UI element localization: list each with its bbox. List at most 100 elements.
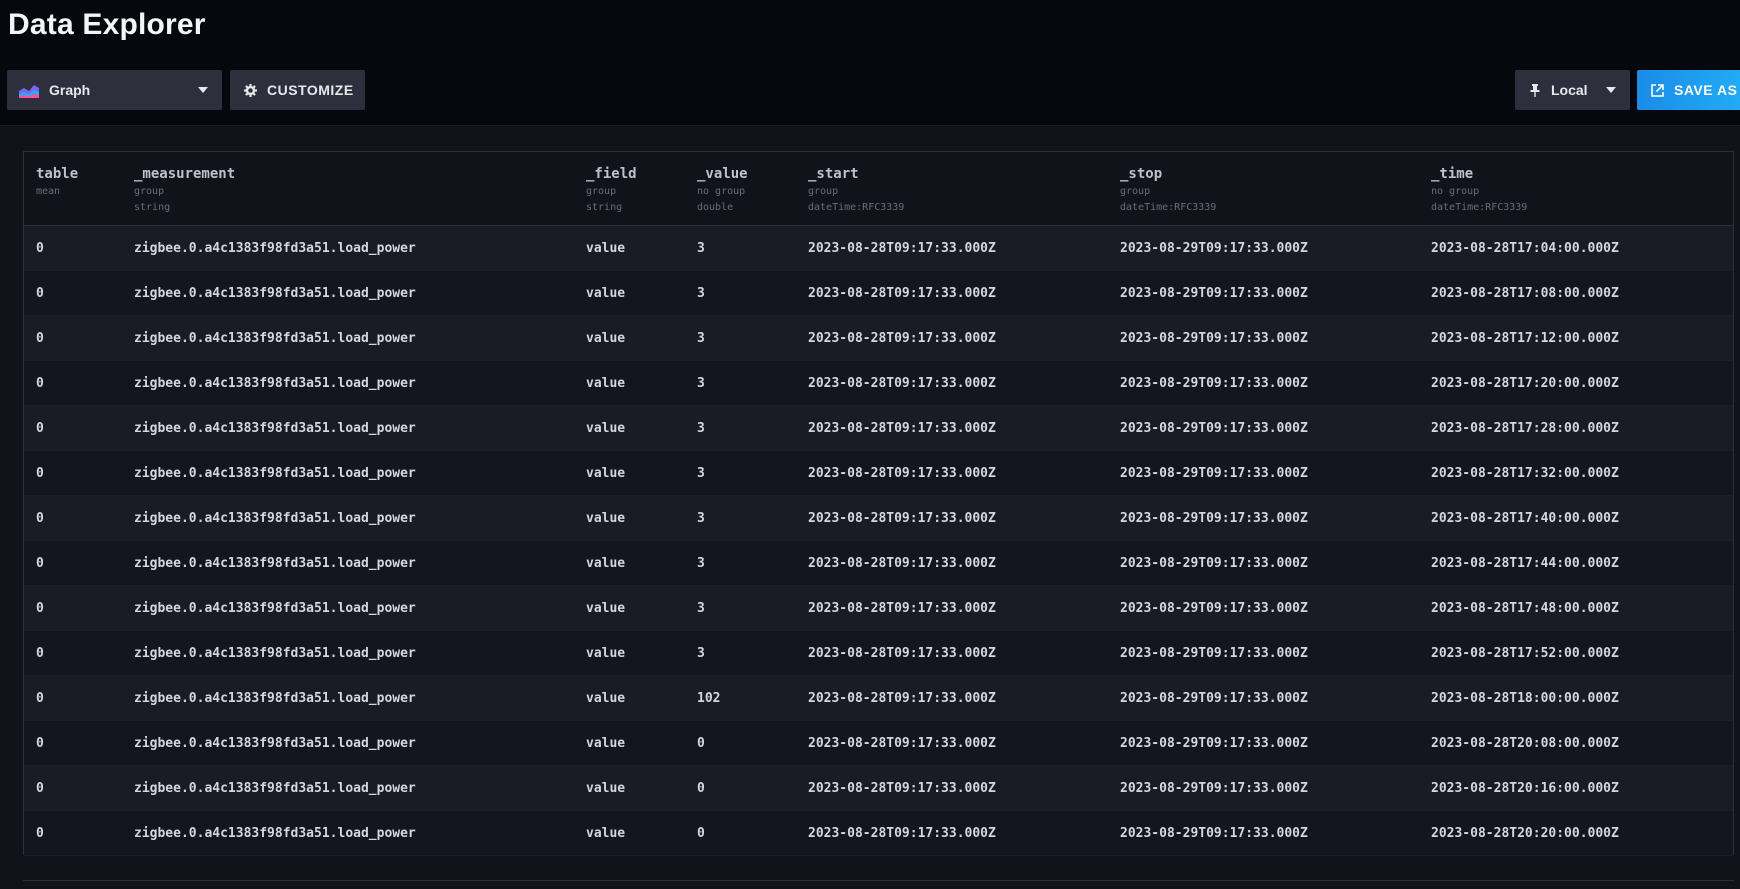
- cell-measurement: zigbee.0.a4c1383f98fd3a51.load_power: [134, 331, 416, 346]
- cell-time: 2023-08-28T17:04:00.000Z: [1431, 241, 1619, 256]
- column-name: _time: [1431, 166, 1474, 182]
- cell-stop: 2023-08-29T09:17:33.000Z: [1120, 241, 1308, 256]
- column-type: double: [697, 202, 734, 213]
- customize-button[interactable]: CUSTOMIZE: [230, 70, 365, 110]
- view-type-dropdown[interactable]: Graph: [7, 70, 222, 110]
- cell-measurement: zigbee.0.a4c1383f98fd3a51.load_power: [134, 646, 416, 661]
- cell-field: value: [586, 781, 626, 796]
- cell-stop: 2023-08-29T09:17:33.000Z: [1120, 331, 1308, 346]
- cell-stop: 2023-08-29T09:17:33.000Z: [1120, 466, 1308, 481]
- cell-time: 2023-08-28T17:12:00.000Z: [1431, 331, 1619, 346]
- cell-measurement: zigbee.0.a4c1383f98fd3a51.load_power: [134, 421, 416, 436]
- cell-table: 0: [36, 781, 44, 796]
- cell-field: value: [586, 646, 626, 661]
- cell-start: 2023-08-28T09:17:33.000Z: [808, 376, 996, 391]
- cell-stop: 2023-08-29T09:17:33.000Z: [1120, 376, 1308, 391]
- cell-value: 3: [697, 286, 705, 301]
- table-row: 0 zigbee.0.a4c1383f98fd3a51.load_power val…: [24, 226, 1733, 271]
- table-header: table mean _measurement group string _fi…: [24, 152, 1733, 226]
- cell-measurement: zigbee.0.a4c1383f98fd3a51.load_power: [134, 691, 416, 706]
- chevron-down-icon: [198, 87, 208, 93]
- cell-value: 3: [697, 511, 705, 526]
- save-as-label: SAVE AS: [1674, 82, 1738, 98]
- cell-value: 3: [697, 376, 705, 391]
- cell-value: 3: [697, 466, 705, 481]
- cell-field: value: [586, 691, 626, 706]
- cell-time: 2023-08-28T20:08:00.000Z: [1431, 736, 1619, 751]
- table-row: 0 zigbee.0.a4c1383f98fd3a51.load_power val…: [24, 316, 1733, 361]
- cell-start: 2023-08-28T09:17:33.000Z: [808, 646, 996, 661]
- column-header-start[interactable]: _start group dateTime:RFC3339: [808, 166, 904, 214]
- cell-field: value: [586, 601, 626, 616]
- cell-value: 3: [697, 331, 705, 346]
- cell-value: 3: [697, 601, 705, 616]
- timezone-label: Local: [1551, 82, 1588, 98]
- cell-measurement: zigbee.0.a4c1383f98fd3a51.load_power: [134, 376, 416, 391]
- cell-time: 2023-08-28T18:00:00.000Z: [1431, 691, 1619, 706]
- gear-icon: [244, 83, 257, 97]
- chevron-down-icon: [1606, 87, 1616, 93]
- cell-table: 0: [36, 826, 44, 841]
- column-header-value[interactable]: _value no group double: [697, 166, 748, 214]
- column-header-field[interactable]: _field group string: [586, 166, 637, 214]
- cell-start: 2023-08-28T09:17:33.000Z: [808, 511, 996, 526]
- table-row: 0 zigbee.0.a4c1383f98fd3a51.load_power val…: [24, 721, 1733, 766]
- column-header-time[interactable]: _time no group dateTime:RFC3339: [1431, 166, 1527, 214]
- cell-field: value: [586, 466, 626, 481]
- cell-table: 0: [36, 241, 44, 256]
- cell-stop: 2023-08-29T09:17:33.000Z: [1120, 601, 1308, 616]
- cell-stop: 2023-08-29T09:17:33.000Z: [1120, 556, 1308, 571]
- column-group: group: [586, 186, 617, 197]
- column-name: _measurement: [134, 166, 236, 182]
- view-type-label: Graph: [49, 82, 91, 98]
- cell-measurement: zigbee.0.a4c1383f98fd3a51.load_power: [134, 826, 416, 841]
- cell-start: 2023-08-28T09:17:33.000Z: [808, 286, 996, 301]
- graph-icon: [19, 82, 39, 98]
- cell-value: 3: [697, 241, 705, 256]
- cell-value: 3: [697, 421, 705, 436]
- cell-table: 0: [36, 556, 44, 571]
- cell-start: 2023-08-28T09:17:33.000Z: [808, 556, 996, 571]
- raw-data-table: table mean _measurement group string _fi…: [23, 151, 1734, 856]
- panel-divider: [23, 880, 1734, 881]
- cell-time: 2023-08-28T17:08:00.000Z: [1431, 286, 1619, 301]
- cell-table: 0: [36, 466, 44, 481]
- column-header-stop[interactable]: _stop group dateTime:RFC3339: [1120, 166, 1216, 214]
- cell-table: 0: [36, 331, 44, 346]
- cell-start: 2023-08-28T09:17:33.000Z: [808, 781, 996, 796]
- column-type: string: [134, 202, 171, 213]
- cell-start: 2023-08-28T09:17:33.000Z: [808, 331, 996, 346]
- cell-value: 3: [697, 556, 705, 571]
- column-header-measurement[interactable]: _measurement group string: [134, 166, 235, 214]
- column-group: group: [808, 186, 839, 197]
- pin-icon: [1529, 83, 1541, 97]
- timezone-dropdown[interactable]: Local: [1515, 70, 1630, 110]
- table-body: 0 zigbee.0.a4c1383f98fd3a51.load_power val…: [24, 226, 1733, 856]
- cell-field: value: [586, 376, 626, 391]
- cell-value: 3: [697, 646, 705, 661]
- cell-time: 2023-08-28T17:44:00.000Z: [1431, 556, 1619, 571]
- cell-field: value: [586, 556, 626, 571]
- cell-field: value: [586, 241, 626, 256]
- column-name: _value: [697, 166, 748, 182]
- table-row: 0 zigbee.0.a4c1383f98fd3a51.load_power val…: [24, 811, 1733, 856]
- cell-table: 0: [36, 511, 44, 526]
- save-as-button[interactable]: SAVE AS: [1637, 70, 1740, 110]
- cell-value: 0: [697, 826, 705, 841]
- table-row: 0 zigbee.0.a4c1383f98fd3a51.load_power val…: [24, 586, 1733, 631]
- cell-table: 0: [36, 691, 44, 706]
- column-group: mean: [36, 186, 61, 197]
- cell-time: 2023-08-28T17:32:00.000Z: [1431, 466, 1619, 481]
- cell-table: 0: [36, 736, 44, 751]
- cell-measurement: zigbee.0.a4c1383f98fd3a51.load_power: [134, 466, 416, 481]
- cell-measurement: zigbee.0.a4c1383f98fd3a51.load_power: [134, 781, 416, 796]
- cell-field: value: [586, 826, 626, 841]
- cell-field: value: [586, 331, 626, 346]
- cell-stop: 2023-08-29T09:17:33.000Z: [1120, 286, 1308, 301]
- table-row: 0 zigbee.0.a4c1383f98fd3a51.load_power val…: [24, 766, 1733, 811]
- column-header-table[interactable]: table mean: [36, 166, 78, 201]
- column-name: table: [36, 166, 79, 182]
- column-name: _field: [586, 166, 637, 182]
- cell-stop: 2023-08-29T09:17:33.000Z: [1120, 646, 1308, 661]
- cell-field: value: [586, 421, 626, 436]
